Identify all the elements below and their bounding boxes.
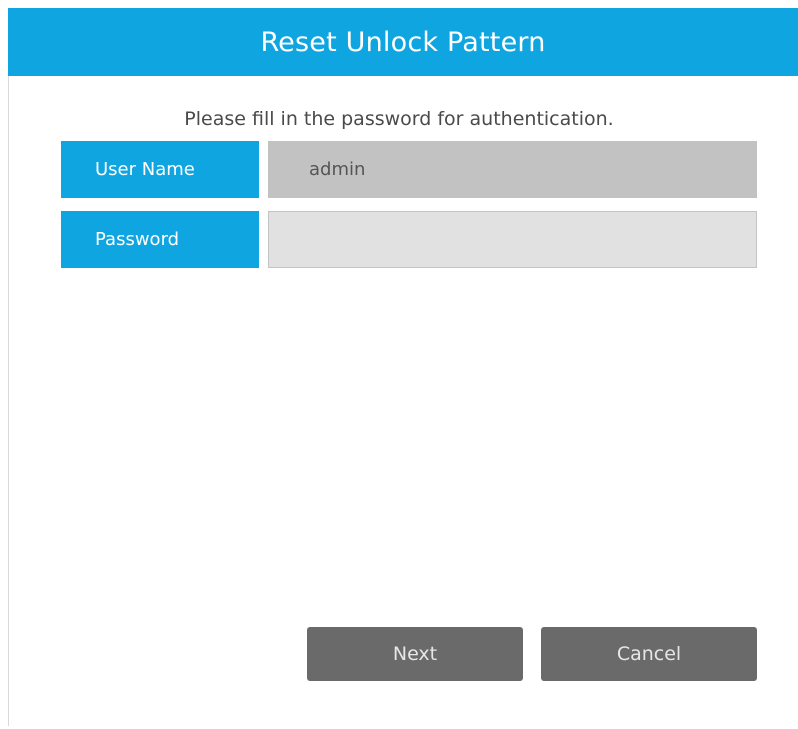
- password-field[interactable]: [268, 211, 757, 268]
- cancel-button[interactable]: Cancel: [541, 627, 757, 681]
- dialog-title-bar: Reset Unlock Pattern: [8, 8, 798, 76]
- dialog-title: Reset Unlock Pattern: [260, 26, 546, 58]
- username-field[interactable]: [268, 141, 757, 198]
- reset-unlock-pattern-dialog: Reset Unlock Pattern Please fill in the …: [0, 0, 798, 729]
- password-label: Password: [61, 211, 259, 268]
- dialog-left-border: [8, 76, 9, 726]
- next-button[interactable]: Next: [307, 627, 523, 681]
- username-label: User Name: [61, 141, 259, 198]
- instruction-text: Please fill in the password for authenti…: [184, 108, 614, 130]
